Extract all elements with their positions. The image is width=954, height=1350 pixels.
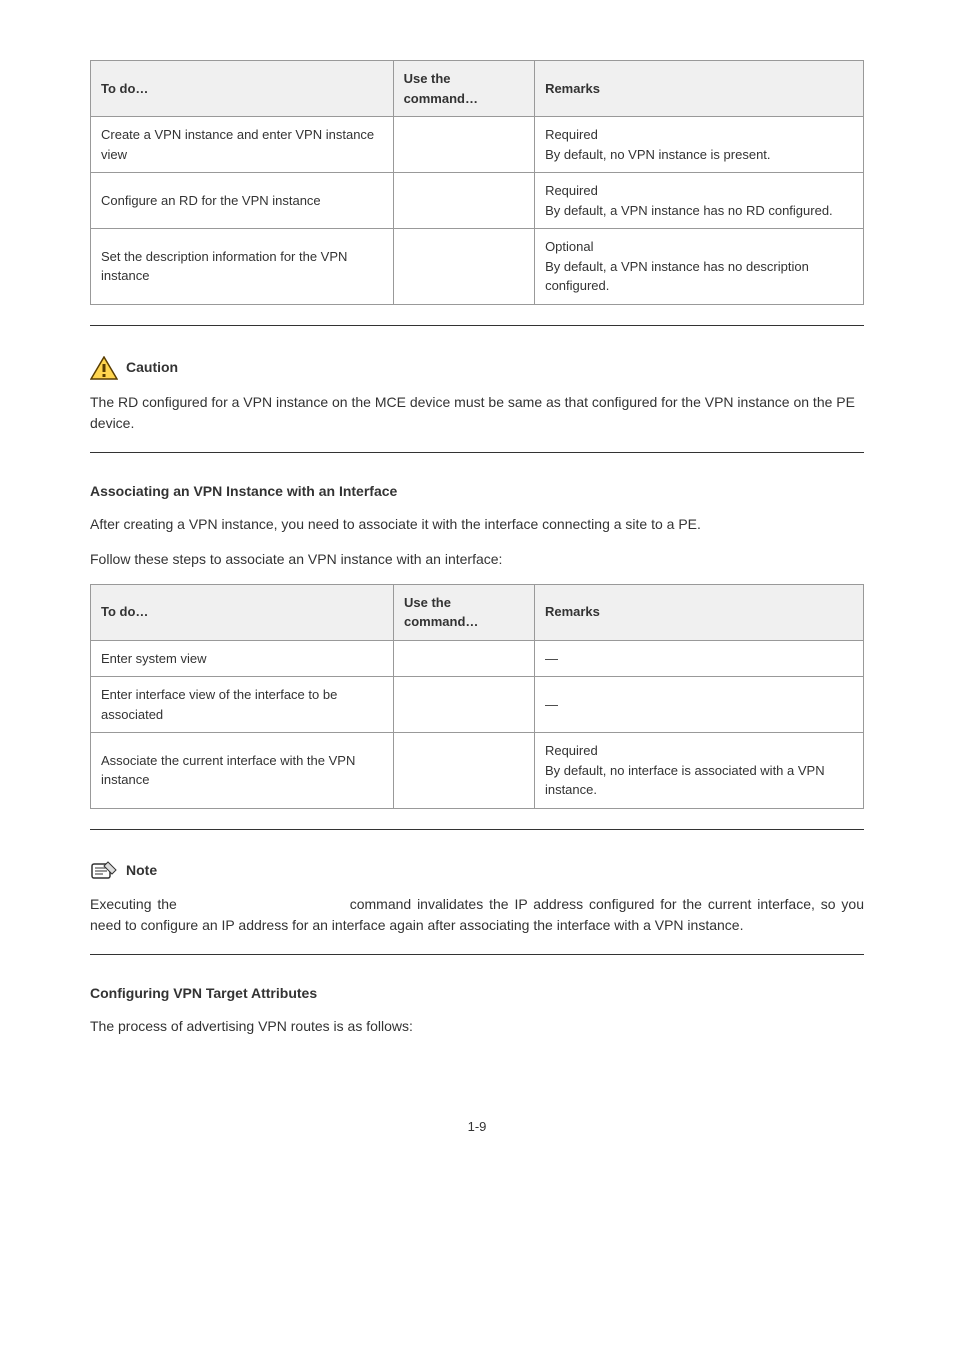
caution-callout: Caution [90, 356, 864, 380]
cell-todo: Enter system view [91, 640, 394, 677]
cell-remarks: Optional By default, a VPN instance has … [535, 229, 864, 305]
page-number: 1-9 [90, 1117, 864, 1137]
cell-cmd [393, 173, 534, 229]
cell-remarks: Required By default, no VPN instance is … [535, 117, 864, 173]
caution-text: The RD configured for a VPN instance on … [90, 392, 864, 434]
table-row: Set the description information for the … [91, 229, 864, 305]
cell-cmd [393, 117, 534, 173]
cell-todo: Associate the current interface with the… [91, 733, 394, 809]
caution-icon [90, 356, 118, 380]
cell-cmd [394, 640, 535, 677]
note-callout: Note [90, 860, 864, 882]
cell-todo: Configure an RD for the VPN instance [91, 173, 394, 229]
cell-todo: Enter interface view of the interface to… [91, 677, 394, 733]
divider [90, 954, 864, 955]
assoc-heading: Associating an VPN Instance with an Inte… [90, 481, 864, 502]
col-cmd: Use the command… [393, 61, 534, 117]
divider [90, 829, 864, 830]
assoc-interface-table: To do… Use the command… Remarks Enter sy… [90, 584, 864, 809]
col-cmd: Use the command… [394, 584, 535, 640]
note-post: command invalidates the IP address confi… [90, 896, 864, 933]
table-row: Associate the current interface with the… [91, 733, 864, 809]
col-remarks: Remarks [534, 584, 863, 640]
cell-cmd [394, 677, 535, 733]
note-icon [90, 860, 118, 882]
target-heading: Configuring VPN Target Attributes [90, 983, 864, 1004]
col-remarks: Remarks [535, 61, 864, 117]
table-row: Configure an RD for the VPN instance Req… [91, 173, 864, 229]
cell-todo: Create a VPN instance and enter VPN inst… [91, 117, 394, 173]
cell-remarks: Required By default, a VPN instance has … [535, 173, 864, 229]
target-text: The process of advertising VPN routes is… [90, 1016, 864, 1037]
caution-label: Caution [126, 357, 178, 378]
assoc-intro1: After creating a VPN instance, you need … [90, 514, 864, 535]
cell-remarks: Required By default, no interface is ass… [534, 733, 863, 809]
cell-cmd [393, 229, 534, 305]
table-row: Create a VPN instance and enter VPN inst… [91, 117, 864, 173]
divider [90, 452, 864, 453]
cell-remarks: — [534, 640, 863, 677]
col-todo: To do… [91, 61, 394, 117]
table-row: Enter interface view of the interface to… [91, 677, 864, 733]
note-label: Note [126, 860, 157, 881]
note-pre: Executing the [90, 896, 183, 912]
vpn-instance-config-table: To do… Use the command… Remarks Create a… [90, 60, 864, 305]
cell-remarks: — [534, 677, 863, 733]
table-row: Enter system view — [91, 640, 864, 677]
cell-cmd [394, 733, 535, 809]
divider [90, 325, 864, 326]
assoc-intro2: Follow these steps to associate an VPN i… [90, 549, 864, 570]
note-text: Executing the ip binding vpn-instance co… [90, 894, 864, 936]
col-todo: To do… [91, 584, 394, 640]
cell-todo: Set the description information for the … [91, 229, 394, 305]
